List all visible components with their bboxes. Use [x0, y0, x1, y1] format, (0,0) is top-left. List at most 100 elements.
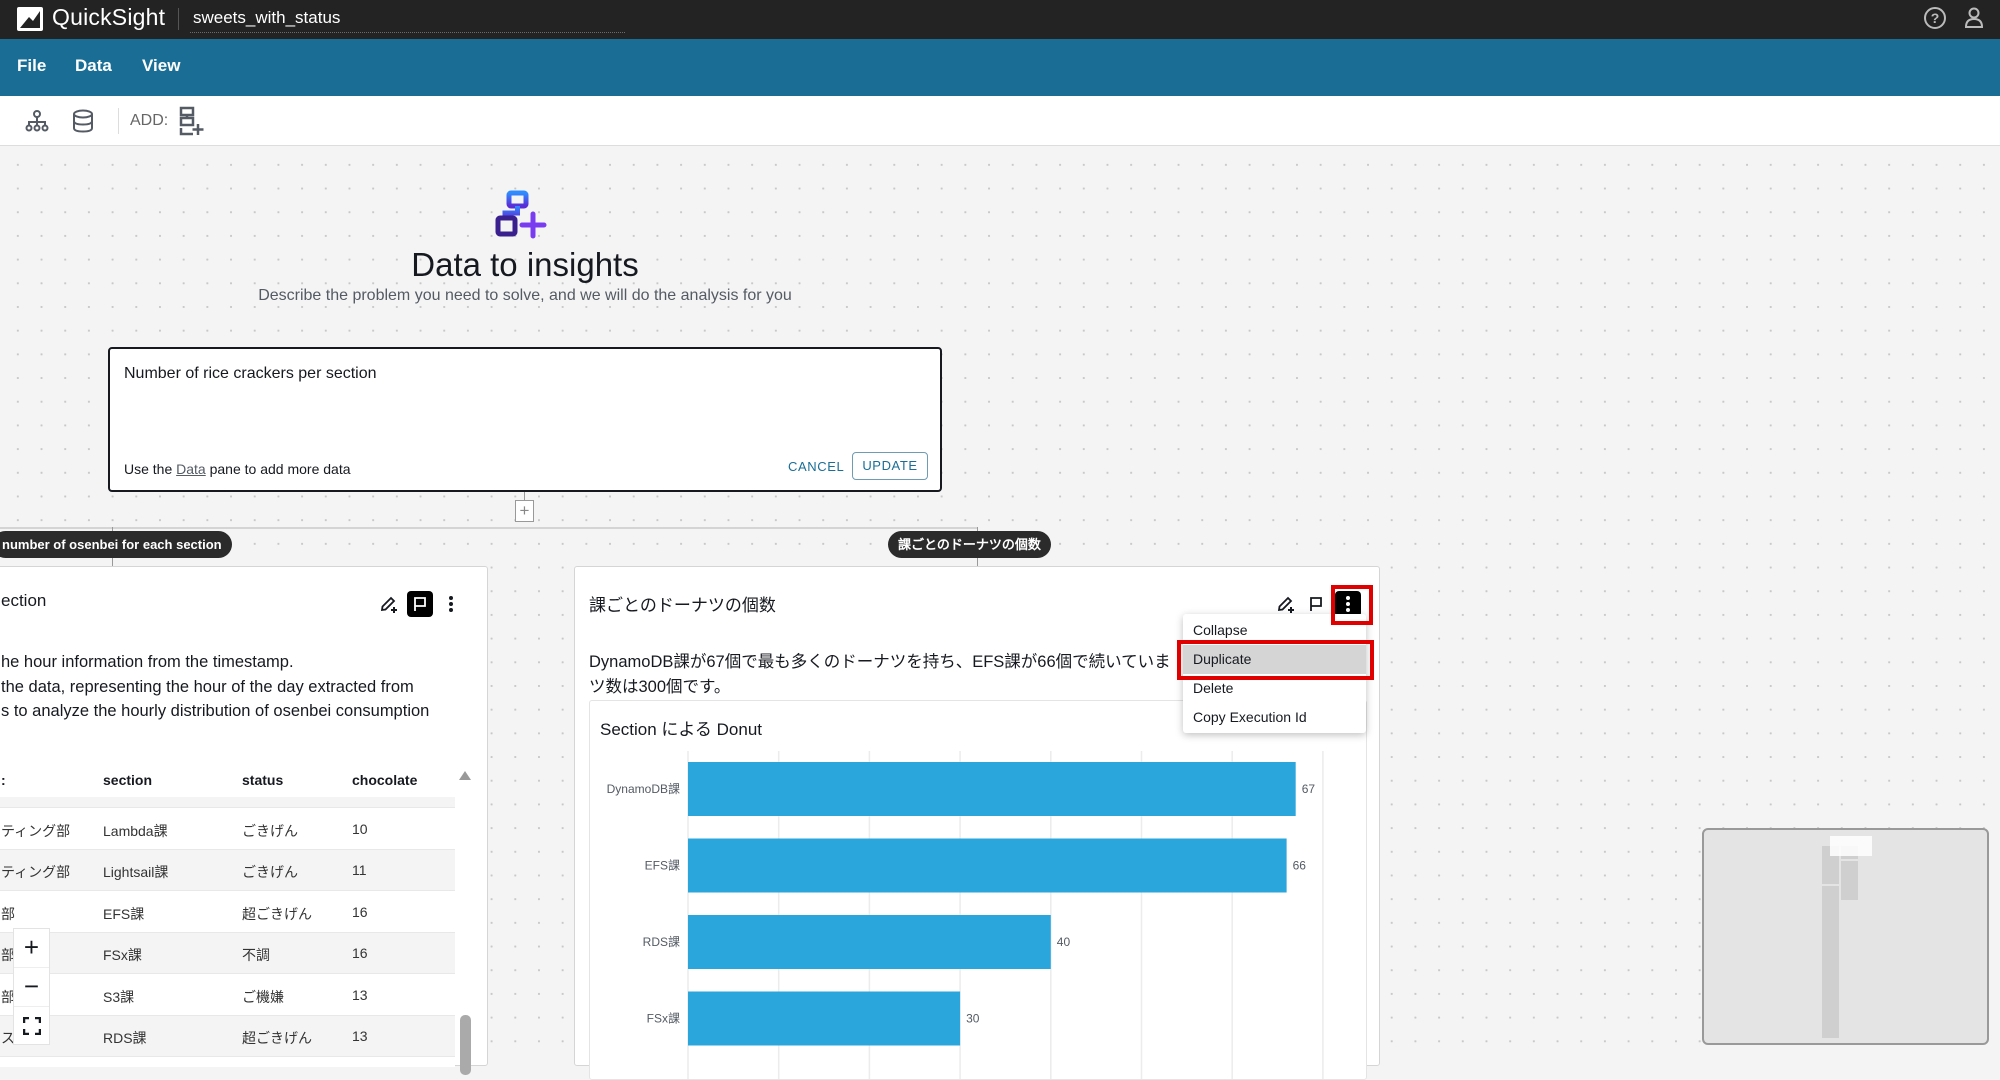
table-cell: RDS課	[103, 1030, 147, 1046]
help-circle-icon[interactable]: ?	[1924, 7, 1946, 29]
edit-sparkle-icon[interactable]	[376, 591, 402, 617]
top-bar: QuickSight sweets_with_status ?	[0, 0, 2000, 39]
question-input[interactable]: Number of rice crackers per section	[124, 365, 377, 383]
connector-line	[524, 492, 525, 500]
update-button[interactable]: UPDATE	[852, 452, 928, 480]
summary-line: the data, representing the hour of the d…	[1, 677, 414, 696]
user-icon[interactable]	[1963, 6, 1985, 30]
insight-summary: DynamoDB課が67個で最も多くのドーナツを持ち、EFS課が66個で続いてい…	[589, 650, 1171, 699]
bar[interactable]	[688, 762, 1296, 816]
category-label: DynamoDB課	[607, 781, 680, 796]
menu-item-collapse[interactable]: Collapse	[1183, 616, 1366, 645]
scrollbar-thumb[interactable]	[460, 1015, 471, 1075]
scroll-up-arrow[interactable]	[459, 771, 471, 780]
table-row[interactable]: 部 FSx課 不調 16	[0, 933, 455, 974]
data-label: 66	[1293, 859, 1307, 873]
question-input-box[interactable]: Number of rice crackers per section Use …	[108, 347, 942, 492]
divider	[178, 8, 179, 30]
menu-file[interactable]: File	[17, 56, 46, 76]
table-header: : section status chocolate	[0, 760, 455, 797]
add-insight-icon[interactable]	[178, 106, 204, 136]
toolbar: ADD:	[0, 96, 2000, 146]
column-header[interactable]: :	[1, 772, 6, 788]
table-row[interactable]: ス部RDS課超ごきげん13	[0, 1016, 455, 1057]
zoom-controls: + −	[13, 928, 50, 1045]
data-pane-link[interactable]: Data	[176, 461, 206, 477]
table-cell: 16	[352, 903, 368, 920]
data-to-insights-icon	[495, 190, 549, 242]
data-label: 67	[1302, 782, 1316, 796]
column-header[interactable]: section	[103, 772, 152, 788]
menu-item-delete[interactable]: Delete	[1183, 674, 1366, 703]
hint-prefix: Use the	[124, 461, 177, 477]
quicksight-logo-icon[interactable]	[17, 7, 43, 31]
more-options-icon[interactable]	[438, 591, 464, 617]
table-cell: 超ごきげん	[242, 1030, 312, 1046]
menu-item-copy-execution-id[interactable]: Copy Execution Id	[1183, 703, 1366, 732]
table-row[interactable]: ティング部 Lambda課 ごきげん 10	[0, 809, 455, 850]
data-label: 40	[1057, 935, 1071, 949]
column-header[interactable]: chocolate	[352, 772, 417, 788]
minimap-block	[1822, 886, 1839, 1038]
insight-summary: he hour information from the timestamp. …	[1, 650, 429, 724]
table-cell: 11	[352, 862, 367, 878]
page-subtitle: Describe the problem you need to solve, …	[258, 287, 792, 304]
analysis-name-underline	[190, 32, 625, 33]
table-cell: ごきげん	[242, 822, 298, 839]
table-row[interactable]: 部 S3課 ご機嫌 13	[0, 975, 455, 1016]
category-label: FSx課	[647, 1011, 680, 1026]
insight-card-osenbei: ection he hour information from the time…	[0, 566, 488, 1075]
menu-view[interactable]: View	[142, 56, 180, 76]
bar[interactable]	[688, 991, 961, 1046]
summary-line: ツ数は300個です。	[589, 677, 731, 696]
analysis-name-input[interactable]: sweets_with_status	[193, 8, 340, 28]
table-cell: 部	[1, 905, 15, 922]
bar[interactable]	[688, 915, 1051, 969]
table-row[interactable]: ティング部 Lightsail課 ごきげん 11	[0, 850, 455, 891]
column-header[interactable]: status	[242, 772, 283, 788]
cancel-button[interactable]: CANCEL	[788, 459, 844, 474]
add-label: ADD:	[130, 112, 169, 129]
database-icon[interactable]	[70, 108, 96, 134]
data-pane-hint: Use the Data pane to add more data	[124, 461, 351, 477]
table-row[interactable]: 部 EFS課 超ごきげん 16	[0, 892, 455, 933]
table-cell: EFS課	[103, 905, 145, 922]
fit-to-screen-button[interactable]	[14, 1007, 49, 1046]
table-cell: ごきげん	[242, 864, 298, 880]
summary-line: DynamoDB課が67個で最も多くのドーナツを持ち、EFS課が66個で続いてい…	[589, 653, 1171, 671]
page-title: Data to insights	[411, 246, 639, 283]
zoom-in-button[interactable]: +	[14, 929, 49, 968]
insight-tag-donut[interactable]: 課ごとのドーナツの個数	[888, 531, 1051, 558]
card-options-menu: Collapse Duplicate Delete Copy Execution…	[1183, 614, 1366, 733]
bar-chart-visual[interactable]: Section による Donut DynamoDB課 67 EFS課 66 RDS課 4…	[589, 700, 1367, 1080]
table-cell: ティング部	[1, 864, 71, 880]
table-cell: 16	[352, 945, 368, 961]
table-cell: Lambda課	[103, 822, 168, 839]
hint-suffix: pane to add more data	[205, 461, 351, 477]
flag-icon[interactable]	[407, 591, 433, 617]
category-label: EFS課	[645, 858, 680, 873]
bar[interactable]	[688, 838, 1287, 893]
table-cell: ティング部	[1, 822, 71, 839]
data-table[interactable]: : section status chocolate ティング部EC2課不調17…	[0, 760, 455, 1067]
bar-chart: DynamoDB課 67 EFS課 66 RDS課 40 FSx課 30	[607, 751, 1324, 1079]
minimap-block	[1841, 861, 1858, 900]
minimap-viewport[interactable]	[1830, 836, 1872, 856]
card-title: ection	[1, 591, 47, 610]
canvas-minimap[interactable]	[1702, 828, 1989, 1045]
summary-line: s to analyze the hourly distribution of …	[1, 702, 430, 720]
data-label: 30	[966, 1012, 980, 1026]
table-cell: 10	[352, 820, 368, 837]
table-cell: S3課	[103, 988, 135, 1005]
add-insight-button[interactable]: +	[515, 500, 534, 522]
menu-data[interactable]: Data	[75, 56, 112, 76]
summary-line: he hour information from the timestamp.	[1, 653, 294, 671]
table-cell: Lightsail課	[103, 864, 169, 880]
insight-tag-osenbei[interactable]: number of osenbei for each section	[0, 531, 232, 558]
toolbar-divider	[118, 108, 119, 134]
zoom-out-button[interactable]: −	[14, 968, 49, 1007]
menu-item-duplicate[interactable]: Duplicate	[1183, 645, 1366, 674]
app-name[interactable]: QuickSight	[52, 4, 165, 31]
table-cell: 13	[352, 1028, 368, 1044]
hierarchy-icon[interactable]	[24, 108, 50, 134]
